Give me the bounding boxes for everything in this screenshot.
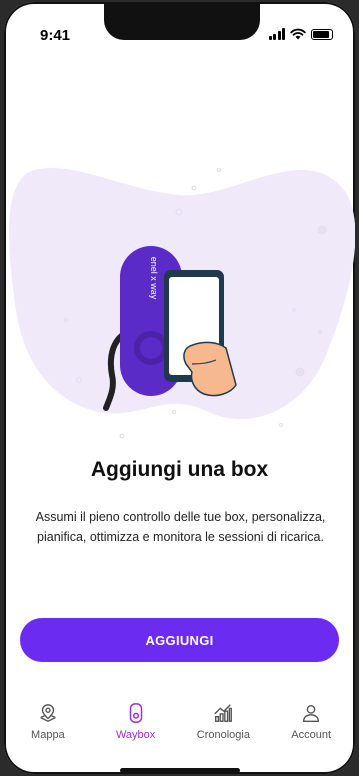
tab-account[interactable]: Account [271, 702, 351, 741]
user-icon [300, 702, 322, 724]
wifi-icon [290, 28, 306, 40]
tab-mappa[interactable]: Mappa [8, 702, 88, 741]
page-description: Assumi il pieno controllo delle tue box,… [35, 510, 326, 544]
status-icons [268, 28, 333, 40]
phone-screen: 9:41 enel x way Aggiungi una box Assumi … [4, 2, 355, 774]
brand-text: enel x way [149, 257, 159, 300]
page-title: Aggiungi una box [90, 458, 269, 481]
tab-cronologia[interactable]: Cronologia [183, 702, 263, 741]
signal-icon [268, 28, 285, 40]
add-box-button[interactable]: AGGIUNGI [20, 618, 339, 662]
battery-icon [311, 28, 333, 40]
status-time: 9:41 [40, 27, 71, 44]
tab-label: Waybox [115, 729, 156, 741]
tab-label: Account [291, 729, 331, 741]
waybox-icon [125, 702, 147, 724]
home-indicator [120, 768, 240, 773]
tab-waybox[interactable]: Waybox [96, 702, 176, 741]
tab-label: Cronologia [196, 729, 250, 741]
notch [104, 2, 260, 40]
hero-illustration: enel x way [9, 167, 355, 439]
chart-icon [212, 702, 234, 724]
tab-label: Mappa [31, 729, 65, 741]
map-pin-icon [37, 702, 59, 724]
tab-bar: Mappa Waybox Cronologia Account [4, 702, 355, 762]
